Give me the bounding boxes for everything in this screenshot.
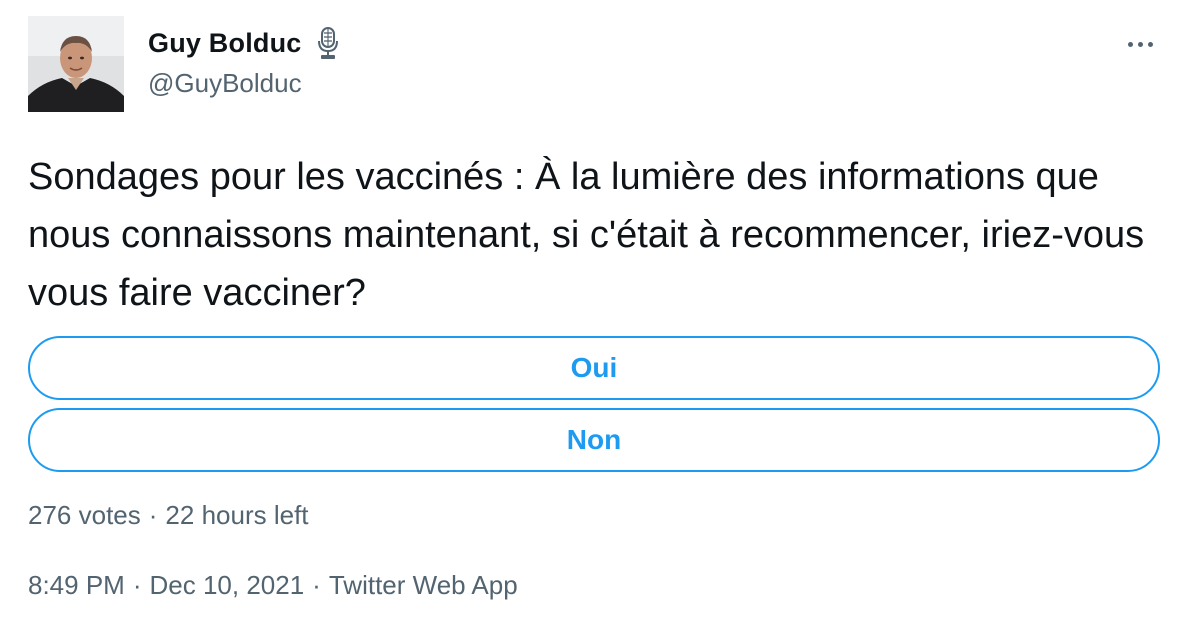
tweet-text: Sondages pour les vaccinés : À la lumièr… — [28, 156, 1145, 314]
tweet-time[interactable]: 8:49 PM — [28, 570, 125, 601]
more-options-button[interactable] — [1120, 30, 1160, 58]
avatar[interactable] — [28, 16, 124, 112]
profile-photo-icon — [28, 16, 124, 112]
poll-meta: 276 votes · 22 hours left — [28, 500, 309, 531]
poll: Oui Non — [28, 336, 1160, 480]
tweet-source[interactable]: Twitter Web App — [329, 570, 518, 601]
more-horizontal-icon — [1147, 41, 1153, 47]
poll-vote-count: 276 votes — [28, 500, 141, 530]
author-info: Guy Bolduc @GuyBolduc — [148, 26, 342, 99]
tweet-date[interactable]: Dec 10, 2021 — [150, 570, 305, 601]
microphone-icon — [314, 26, 342, 60]
user-handle[interactable]: @GuyBolduc — [148, 68, 342, 99]
tweet: Guy Bolduc @GuyBolduc Sondages pour les … — [0, 0, 1184, 620]
more-horizontal-icon — [1137, 41, 1143, 47]
source-separator: · — [312, 570, 321, 600]
poll-time-left: 22 hours left — [165, 500, 309, 530]
display-name[interactable]: Guy Bolduc — [148, 28, 302, 59]
poll-option-oui[interactable]: Oui — [28, 336, 1160, 400]
display-name-row: Guy Bolduc — [148, 26, 342, 60]
poll-option-non[interactable]: Non — [28, 408, 1160, 472]
timestamp-separator: · — [132, 570, 142, 600]
tweet-timestamp: 8:49 PM · Dec 10, 2021 · Twitter Web App — [28, 570, 518, 601]
more-horizontal-icon — [1127, 41, 1133, 47]
poll-meta-separator: · — [148, 500, 158, 530]
